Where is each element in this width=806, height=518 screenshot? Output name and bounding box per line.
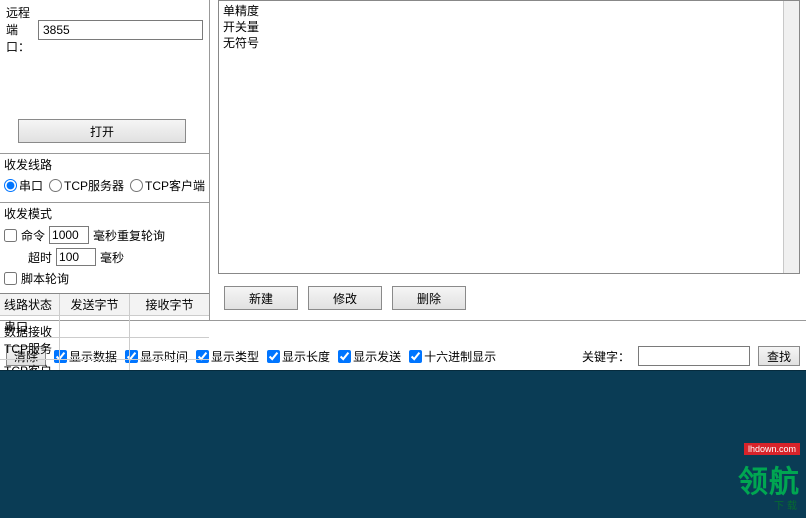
poll-interval-input[interactable] xyxy=(49,226,89,244)
timeout-suffix: 毫秒 xyxy=(100,249,124,266)
list-item[interactable]: 无符号 xyxy=(223,35,795,51)
list-item[interactable]: 开关量 xyxy=(223,19,795,35)
keyword-input[interactable] xyxy=(638,346,750,366)
radio-tcp-server-input[interactable] xyxy=(49,179,62,192)
left-panel: 远程端口： 打开 收发线路 串口 TCP服务器 TCP客户端 xyxy=(0,0,210,320)
new-button[interactable]: 新建 xyxy=(224,286,298,310)
mode-title: 收发模式 xyxy=(0,203,209,224)
scrollbar[interactable] xyxy=(783,1,799,273)
table-row: 串口 xyxy=(0,316,209,338)
hex-check[interactable]: 十六进制显示 xyxy=(409,348,496,365)
cmd-checkbox[interactable] xyxy=(4,229,17,242)
type-listbox[interactable]: 单精度 开关量 无符号 xyxy=(218,0,800,274)
cmd-label: 命令 xyxy=(21,227,45,244)
remote-port-row: 远程端口： xyxy=(0,0,209,59)
right-panel: 单精度 开关量 无符号 新建 修改 删除 xyxy=(210,0,806,320)
mode-section: 收发模式 命令 毫秒重复轮询 超时 毫秒 脚本轮询 xyxy=(0,202,209,289)
radio-serial[interactable]: 串口 xyxy=(4,177,43,194)
route-title: 收发线路 xyxy=(0,154,209,175)
poll-suffix: 毫秒重复轮询 xyxy=(93,227,165,244)
timeout-label: 超时 xyxy=(28,249,52,266)
delete-button[interactable]: 删除 xyxy=(392,286,466,310)
status-col-1: 线路状态 xyxy=(0,294,60,315)
route-section: 收发线路 串口 TCP服务器 TCP客户端 xyxy=(0,153,209,200)
radio-tcp-client-input[interactable] xyxy=(130,179,143,192)
watermark: lhdown.com 领航 下载 xyxy=(738,457,800,512)
status-col-3: 接收字节 xyxy=(130,294,209,315)
show-len-check[interactable]: 显示长度 xyxy=(267,348,330,365)
radio-tcp-server[interactable]: TCP服务器 xyxy=(49,177,124,194)
console-output: lhdown.com 领航 下载 xyxy=(0,370,806,518)
script-poll-label: 脚本轮询 xyxy=(21,270,69,287)
find-button[interactable]: 查找 xyxy=(758,346,800,366)
remote-port-label: 远程端口： xyxy=(6,4,38,55)
status-table: 线路状态 发送字节 接收字节 串口 TCP服务 TCP客户 xyxy=(0,293,209,382)
status-col-2: 发送字节 xyxy=(60,294,130,315)
show-send-check[interactable]: 显示发送 xyxy=(338,348,401,365)
radio-tcp-client[interactable]: TCP客户端 xyxy=(130,177,205,194)
keyword-label: 关键字： xyxy=(582,348,630,365)
remote-port-input[interactable] xyxy=(38,20,203,40)
edit-button[interactable]: 修改 xyxy=(308,286,382,310)
script-poll-checkbox[interactable] xyxy=(4,272,17,285)
open-button[interactable]: 打开 xyxy=(18,119,186,143)
list-item[interactable]: 单精度 xyxy=(223,3,795,19)
radio-serial-input[interactable] xyxy=(4,179,17,192)
table-row: TCP服务 xyxy=(0,338,209,360)
watermark-badge: lhdown.com xyxy=(744,443,800,455)
timeout-input[interactable] xyxy=(56,248,96,266)
